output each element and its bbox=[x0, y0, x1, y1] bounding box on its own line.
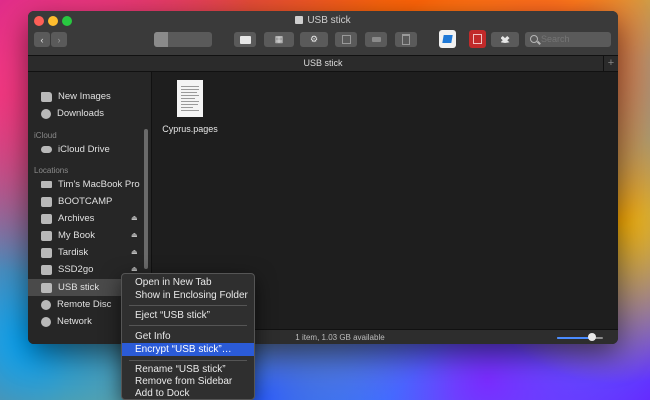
back-button[interactable]: ‹ bbox=[34, 32, 50, 47]
menu-item-get-info[interactable]: Get Info bbox=[122, 330, 254, 343]
arrange-button[interactable]: ▦ bbox=[264, 32, 294, 47]
icon-size-slider[interactable] bbox=[557, 337, 603, 339]
drive-icon bbox=[41, 247, 52, 258]
dropbox-button[interactable] bbox=[491, 32, 519, 47]
view-mode-segmented-control bbox=[154, 32, 212, 47]
forward-button[interactable]: › bbox=[51, 32, 67, 47]
app-icon-layers[interactable] bbox=[439, 30, 456, 48]
sidebar-item-icloud-drive[interactable]: iCloud Drive bbox=[28, 141, 151, 158]
sidebar-item-tardisk[interactable]: Tardisk ⏏ bbox=[28, 244, 151, 261]
column-view-button[interactable] bbox=[182, 32, 197, 47]
app-icon-dictionary[interactable] bbox=[469, 30, 486, 48]
menu-item-show-enclosing-folder[interactable]: Show in Enclosing Folder bbox=[122, 289, 254, 302]
list-view-button[interactable] bbox=[168, 32, 182, 47]
eject-icon[interactable]: ⏏ bbox=[131, 266, 138, 273]
share-button[interactable] bbox=[335, 32, 357, 47]
titlebar: USB stick ‹ › ▦ ⚙ bbox=[28, 11, 618, 56]
menu-separator bbox=[129, 305, 247, 306]
trash-icon bbox=[402, 34, 410, 45]
eject-icon[interactable]: ⏏ bbox=[131, 215, 138, 222]
drive-icon bbox=[295, 16, 304, 24]
download-icon bbox=[41, 108, 51, 119]
sidebar-item-bootcamp[interactable]: BOOTCAMP bbox=[28, 193, 151, 210]
finder-window: USB stick ‹ › ▦ ⚙ Search USB stick + New… bbox=[28, 11, 618, 344]
drive-icon bbox=[41, 264, 52, 275]
folder-icon bbox=[239, 35, 251, 44]
new-folder-button[interactable] bbox=[234, 32, 256, 47]
drive-icon bbox=[41, 230, 52, 241]
file-item[interactable]: Cyprus.pages bbox=[152, 72, 232, 142]
context-menu: Open in New Tab Show in Enclosing Folder… bbox=[121, 273, 255, 400]
menu-item-encrypt[interactable]: Encrypt “USB stick”… bbox=[122, 343, 254, 356]
search-icon bbox=[530, 35, 538, 43]
trash-button[interactable] bbox=[395, 32, 417, 47]
usb-drive-icon bbox=[41, 282, 52, 293]
tab-usb-stick[interactable]: USB stick bbox=[303, 58, 342, 68]
drive-icon bbox=[41, 213, 52, 224]
menu-item-open-new-tab[interactable]: Open in New Tab bbox=[122, 276, 254, 289]
sidebar-item-my-book[interactable]: My Book ⏏ bbox=[28, 227, 151, 244]
book-icon bbox=[473, 34, 482, 44]
globe-icon bbox=[41, 316, 51, 327]
menu-item-add-to-dock[interactable]: Add to Dock bbox=[122, 387, 254, 400]
layers-icon bbox=[442, 35, 453, 43]
sidebar-item-archives[interactable]: Archives ⏏ bbox=[28, 210, 151, 227]
sidebar-section-icloud: iCloud bbox=[34, 131, 57, 140]
window-title: USB stick bbox=[28, 15, 618, 26]
tags-button[interactable] bbox=[365, 32, 387, 47]
sidebar-item-new-images[interactable]: New Images bbox=[28, 88, 151, 105]
file-name: Cyprus.pages bbox=[162, 124, 218, 134]
cloud-icon bbox=[41, 146, 52, 153]
tab-bar: USB stick + bbox=[28, 56, 618, 72]
pages-document-icon bbox=[177, 80, 203, 117]
slider-knob[interactable] bbox=[587, 333, 596, 341]
sidebar-item-macbook-pro[interactable]: Tim's MacBook Pro bbox=[28, 176, 151, 193]
sidebar-scrollbar[interactable] bbox=[144, 129, 148, 269]
tag-icon bbox=[371, 37, 381, 42]
sidebar-item-downloads[interactable]: Downloads bbox=[28, 105, 151, 122]
sidebar-section-locations: Locations bbox=[34, 166, 69, 175]
folder-icon bbox=[41, 91, 52, 102]
menu-item-eject[interactable]: Eject “USB stick” bbox=[122, 309, 254, 322]
gallery-view-button[interactable] bbox=[197, 32, 212, 47]
menu-separator bbox=[129, 325, 247, 326]
disc-icon bbox=[41, 299, 51, 310]
laptop-icon bbox=[41, 181, 52, 188]
dropbox-icon bbox=[500, 36, 510, 43]
new-tab-button[interactable]: + bbox=[603, 56, 618, 71]
share-icon bbox=[341, 35, 351, 44]
drive-icon bbox=[41, 196, 52, 207]
menu-separator bbox=[129, 360, 247, 361]
icon-view-button[interactable] bbox=[154, 32, 168, 47]
action-menu-button[interactable]: ⚙ bbox=[300, 32, 328, 47]
eject-icon[interactable]: ⏏ bbox=[131, 249, 138, 256]
eject-icon[interactable]: ⏏ bbox=[131, 232, 138, 239]
slider-fill bbox=[557, 337, 592, 339]
